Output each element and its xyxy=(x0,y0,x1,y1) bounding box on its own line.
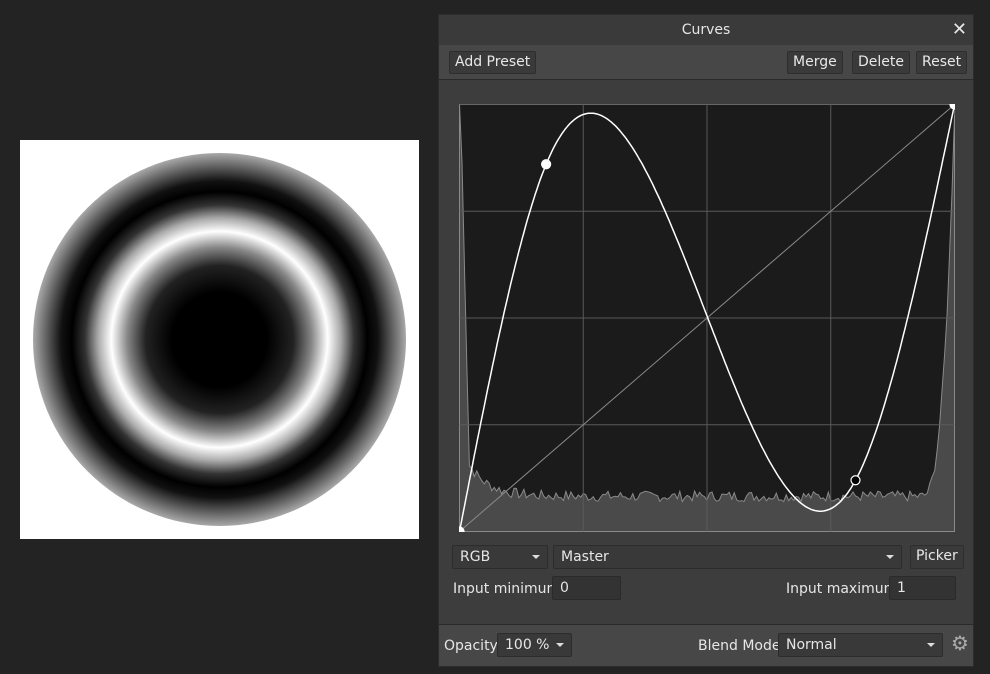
chevron-down-icon xyxy=(886,555,894,559)
opacity-label: Opacity: xyxy=(444,638,502,654)
panel-title: Curves xyxy=(681,22,731,38)
ring-gradient-image xyxy=(33,153,406,526)
blend-mode-dropdown[interactable]: Normal xyxy=(778,633,943,657)
delete-button[interactable]: Delete xyxy=(852,51,910,74)
add-preset-button[interactable]: Add Preset xyxy=(449,51,537,74)
chevron-down-icon xyxy=(532,555,540,559)
picker-button[interactable]: Picker xyxy=(910,545,964,569)
gear-icon[interactable]: ⚙ xyxy=(951,631,969,655)
input-minimum-label: Input minimum: xyxy=(453,581,565,597)
chevron-down-icon xyxy=(927,643,935,647)
document-canvas xyxy=(20,140,419,539)
opacity-value: 100 % xyxy=(505,637,550,653)
chevron-down-icon xyxy=(556,643,564,647)
blend-mode-label: Blend Mode: xyxy=(698,638,786,654)
curves-panel: Curves ✕ Add Preset Merge Delete Reset R… xyxy=(438,14,974,667)
toolbar: Add Preset Merge Delete Reset xyxy=(439,45,973,80)
channel-value: Master xyxy=(561,549,609,565)
input-maximum-label: Input maximum: xyxy=(786,581,902,597)
panel-footer: Opacity: 100 % Blend Mode: Normal ⚙ xyxy=(439,624,973,666)
merge-button[interactable]: Merge xyxy=(787,51,843,74)
panel-title-bar: Curves ✕ xyxy=(439,15,973,45)
curve-control-point[interactable] xyxy=(541,159,552,170)
close-icon[interactable]: ✕ xyxy=(952,15,967,45)
input-maximum-field[interactable]: 1 xyxy=(889,576,956,600)
reset-button[interactable]: Reset xyxy=(916,51,968,74)
blend-mode-value: Normal xyxy=(786,637,837,653)
opacity-dropdown[interactable]: 100 % xyxy=(497,633,572,657)
channel-mode-value: RGB xyxy=(460,549,491,565)
channel-dropdown[interactable]: Master xyxy=(553,545,902,569)
channel-mode-dropdown[interactable]: RGB xyxy=(452,545,548,569)
curves-graph[interactable] xyxy=(459,104,955,532)
curve-control-point[interactable] xyxy=(850,475,861,486)
input-minimum-field[interactable]: 0 xyxy=(552,576,621,600)
